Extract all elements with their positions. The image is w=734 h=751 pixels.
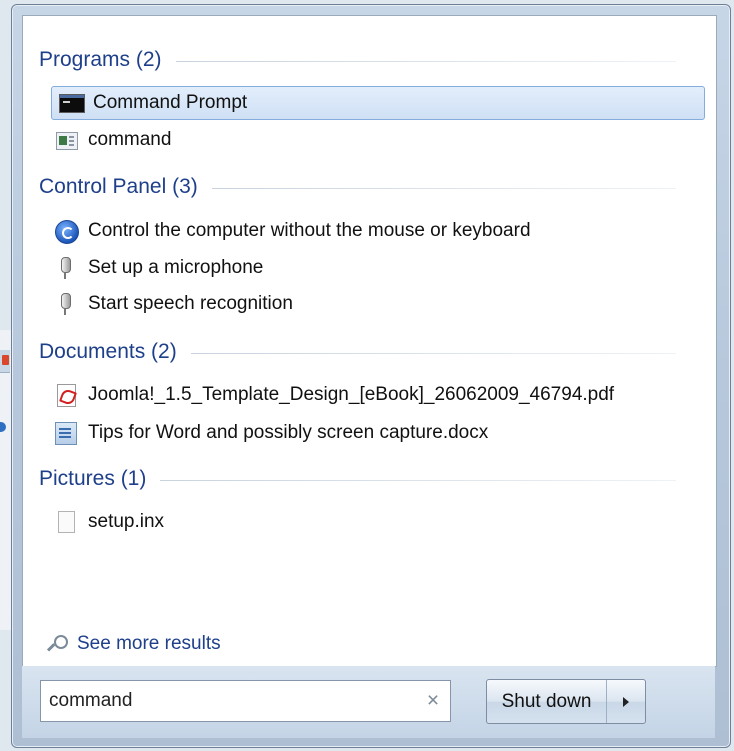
pdf-icon xyxy=(53,383,79,407)
result-label: Joomla!_1.5_Template_Design_[eBook]_2606… xyxy=(88,384,615,405)
shutdown-button[interactable]: Shut down xyxy=(487,680,607,723)
ease-of-access-icon xyxy=(53,219,79,244)
clear-search-icon[interactable]: × xyxy=(416,689,450,713)
search-box: × xyxy=(40,680,451,722)
result-command[interactable]: command xyxy=(53,123,171,157)
result-label: command xyxy=(88,129,172,150)
shutdown-split-button: Shut down xyxy=(486,679,646,724)
result-start-speech-recognition[interactable]: Start speech recognition xyxy=(53,287,293,321)
background-window-close-icon xyxy=(2,355,9,365)
group-header-control-panel[interactable]: Control Panel (3) xyxy=(39,173,676,201)
result-tips-for-word-docx[interactable]: Tips for Word and possibly screen captur… xyxy=(53,416,488,450)
result-label: Control the computer without the mouse o… xyxy=(88,220,531,241)
word-doc-icon xyxy=(53,421,79,445)
shutdown-options-button[interactable] xyxy=(607,680,645,723)
result-control-without-mouse[interactable]: Control the computer without the mouse o… xyxy=(53,214,531,248)
group-divider xyxy=(160,479,676,481)
group-header-documents[interactable]: Documents (2) xyxy=(39,338,676,366)
start-menu-footer: × Shut down xyxy=(22,666,715,738)
group-divider xyxy=(211,187,676,189)
search-results-pane: Programs (2) Command Prompt command Cont… xyxy=(22,15,717,667)
command-prompt-icon xyxy=(58,91,85,115)
file-icon xyxy=(53,510,79,534)
arrow-right-icon xyxy=(623,696,629,707)
see-more-label: See more results xyxy=(77,633,221,654)
application-icon xyxy=(53,128,79,152)
background-window-globe-icon xyxy=(0,422,6,432)
group-header-pictures[interactable]: Pictures (1) xyxy=(39,465,676,493)
result-joomla-pdf[interactable]: Joomla!_1.5_Template_Design_[eBook]_2606… xyxy=(53,378,614,412)
microphone-icon xyxy=(53,256,79,280)
group-divider xyxy=(175,60,676,62)
result-label: Command Prompt xyxy=(93,92,248,113)
result-label: Start speech recognition xyxy=(88,293,293,314)
result-label: Set up a microphone xyxy=(88,257,264,278)
search-icon xyxy=(47,633,69,655)
microphone-icon xyxy=(53,292,79,316)
result-setup-inx[interactable]: setup.inx xyxy=(53,505,164,539)
result-command-prompt[interactable]: Command Prompt xyxy=(51,86,705,120)
background-window-titlebar xyxy=(0,350,10,373)
result-label: Tips for Word and possibly screen captur… xyxy=(88,422,489,443)
result-set-up-microphone[interactable]: Set up a microphone xyxy=(53,251,263,285)
result-label: setup.inx xyxy=(88,511,165,532)
see-more-results-link[interactable]: See more results xyxy=(47,630,221,658)
start-menu: Programs (2) Command Prompt command Cont… xyxy=(11,4,731,748)
group-header-programs[interactable]: Programs (2) xyxy=(39,46,676,74)
search-input[interactable] xyxy=(41,681,416,721)
group-divider xyxy=(190,352,676,354)
